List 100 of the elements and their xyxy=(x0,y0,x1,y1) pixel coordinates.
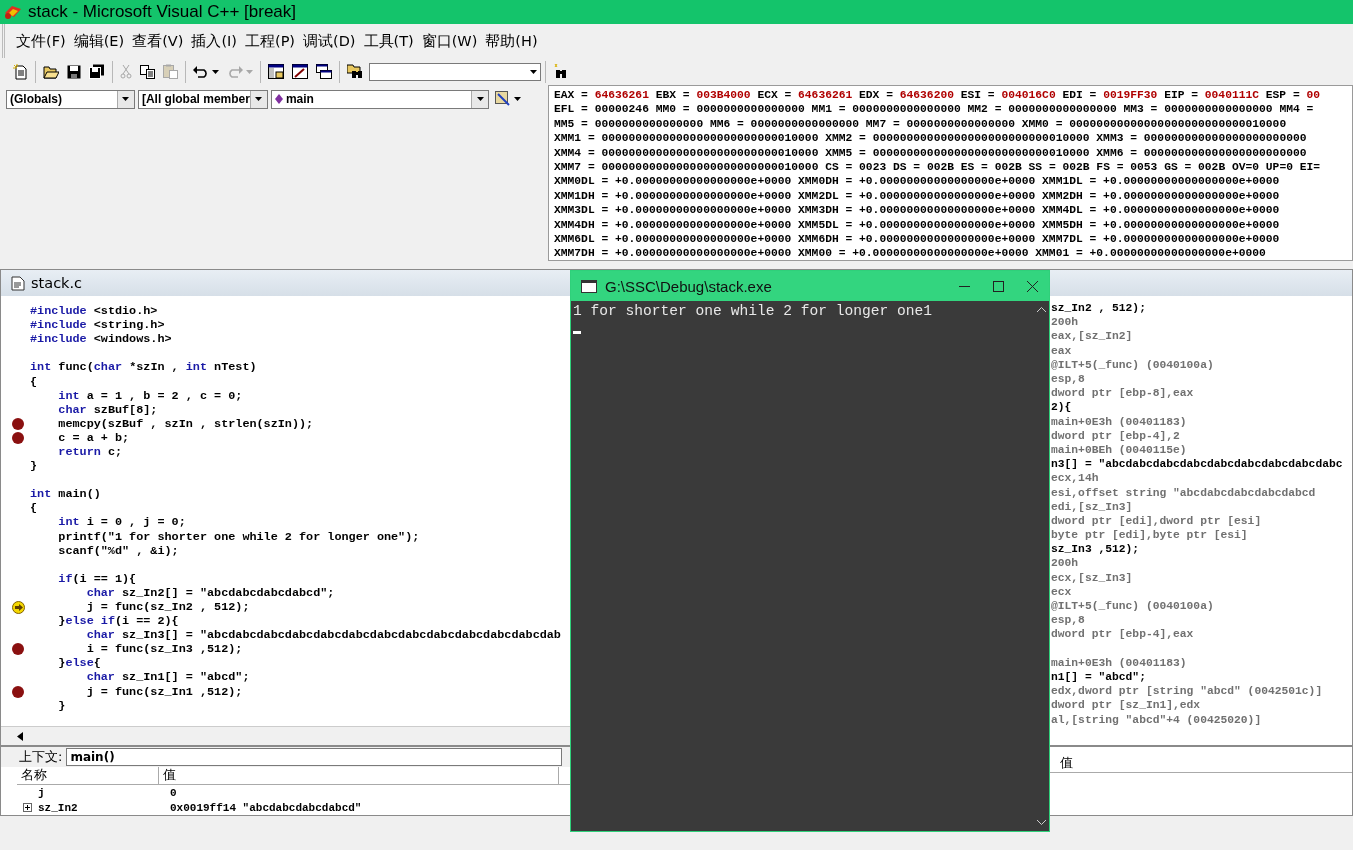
register-name: ESP = xyxy=(1265,89,1301,101)
code-line: char sz_In2[] = "abcdabcdabcdabcd"; xyxy=(85,585,335,600)
console-output: 1 for shorter one while 2 for longer one1 xyxy=(573,303,934,319)
operand-text: @ILT+5(_func) (0040100a) xyxy=(1051,600,1214,613)
menu-item[interactable]: 窗口(W) xyxy=(418,29,481,53)
operand-text: ecx xyxy=(1051,585,1072,598)
breakpoint-icon[interactable] xyxy=(12,417,24,430)
register-name: EIP = xyxy=(1164,89,1200,101)
register-value: +0.00000000000000000e+0000 xyxy=(615,204,792,217)
code-line: c = a + b; xyxy=(57,430,130,445)
window-with-pen-icon xyxy=(292,64,308,79)
source-file-icon xyxy=(11,275,25,291)
register-value: 0000000000000000 xyxy=(1164,103,1273,116)
register-value: 000000000000000000000000 xyxy=(1143,132,1307,145)
operand-text: eax,[sz_In2] xyxy=(1051,330,1133,343)
menu-item[interactable]: 文件(F) xyxy=(13,29,69,53)
operand-text: 200h xyxy=(1051,316,1079,329)
register-value: 00000246 xyxy=(594,103,649,116)
register-value: +0.00000000000000000e+0000 xyxy=(615,175,792,188)
register-value: 0000000000000000 xyxy=(906,117,1015,130)
code-line: j = func(sz_In2 , 512); xyxy=(85,600,250,614)
register-name: FS = xyxy=(1096,160,1125,173)
window-title: G:\SSC\Debug\stack.exe xyxy=(605,277,772,295)
register-value: 0000000000000000 xyxy=(852,103,961,116)
close-icon xyxy=(1026,280,1038,292)
source-line: n3[] = "abcdabcdabcdabcdabcdabcdabcdabcdabc xyxy=(1051,458,1343,471)
code-line: char sz_In1[] = "abcd"; xyxy=(85,670,250,685)
register-name: XMM3 = xyxy=(1096,132,1139,145)
source-line: n1[] = "abcd"; xyxy=(1051,670,1146,683)
column-header[interactable]: 值 xyxy=(1056,755,1073,772)
operand-text: byte ptr [edi],byte ptr [esi] xyxy=(1051,529,1248,542)
register-name: XMM6 = xyxy=(1096,146,1139,159)
context-field[interactable]: main() xyxy=(66,748,563,766)
operand-text: main+0E3h (00401183) xyxy=(1051,415,1187,428)
register-value: +0.00000000000000000e+0000 xyxy=(859,189,1036,202)
register-value: 004016C0 xyxy=(1001,89,1056,101)
source-line: sz_In3 ,512); xyxy=(1051,543,1140,556)
column-header[interactable]: 名称 xyxy=(17,767,159,784)
register-value: 0019FF30 xyxy=(1103,89,1158,101)
diamond-icon xyxy=(274,94,283,104)
code-line: int main() xyxy=(30,487,101,502)
register-name: DS = xyxy=(892,160,922,173)
register-name: XMM00 = xyxy=(798,247,847,260)
operand-text: main+0BEh (0040115e) xyxy=(1051,443,1187,456)
register-value: 002B xyxy=(926,160,954,173)
register-value: 00000000000000000000000000010000 xyxy=(601,146,819,159)
register-name: UP= xyxy=(1265,160,1287,173)
register-name: EBX = xyxy=(655,89,691,101)
console-icon xyxy=(581,279,597,293)
register-value: 64636261 xyxy=(798,89,853,101)
operand-text: esp,8 xyxy=(1051,614,1085,627)
register-name: EDI = xyxy=(1062,89,1098,101)
menu-item[interactable]: 帮助(H) xyxy=(482,29,541,53)
maximize-icon xyxy=(992,280,1004,292)
column-header[interactable]: 值 xyxy=(159,767,559,784)
breakpoint-icon[interactable] xyxy=(12,643,24,656)
search-combo[interactable] xyxy=(369,62,541,81)
scroll-down-icon[interactable] xyxy=(1036,820,1046,825)
operand-text: main+0E3h (00401183) xyxy=(1051,656,1187,669)
register-name: MM4 = xyxy=(1279,103,1314,116)
menu-item[interactable]: 调试(D) xyxy=(300,29,359,53)
caret-icon xyxy=(122,97,130,101)
register-value: +0.00000000000000000e+0000 xyxy=(615,189,792,202)
menu-item[interactable]: 工具(T) xyxy=(360,29,417,53)
register-name: XMM01 = xyxy=(1035,247,1084,260)
breakpoint-icon[interactable] xyxy=(12,685,24,698)
redo-icon xyxy=(227,65,243,78)
scroll-up-icon[interactable] xyxy=(1036,307,1046,312)
register-value: +0.00000000000000000e+0000 xyxy=(859,218,1036,231)
binoculars-icon xyxy=(553,64,568,79)
menu-item[interactable]: 插入(I) xyxy=(188,29,240,53)
minimize-icon xyxy=(958,285,970,287)
scroll-left-icon[interactable] xyxy=(17,731,23,741)
operand-text: @ILT+5(_func) (0040100a) xyxy=(1051,358,1214,371)
members-dropdown[interactable]: [All global member xyxy=(137,89,268,109)
register-name: MM0 = xyxy=(655,103,691,116)
register-value: +0.00000000000000000e+0000 xyxy=(615,218,792,231)
menu-item[interactable]: 查看(V) xyxy=(129,29,187,53)
register-value: 0040111C xyxy=(1204,89,1260,101)
code-line: } xyxy=(30,459,38,474)
expand-icon[interactable] xyxy=(23,803,32,812)
register-name: XMM5 = xyxy=(825,146,867,159)
register-value: +0.00000000000000000e+0000 xyxy=(859,204,1036,217)
caret-icon xyxy=(476,97,484,101)
menu-item[interactable]: 工程(P) xyxy=(241,29,299,53)
register-name: XMM1DL = xyxy=(1042,175,1098,188)
register-name: XMM3DL = xyxy=(554,204,610,217)
register-value: 00000000000000000000000000010000 xyxy=(872,146,1090,159)
breakpoint-icon[interactable] xyxy=(12,431,24,444)
variable-name: sz_In2 xyxy=(38,801,78,814)
code-line: { xyxy=(30,374,38,389)
context-label: 上下文: xyxy=(19,748,63,766)
register-value: +0.00000000000000000e+0000 xyxy=(1103,232,1280,245)
code-line: int i = 0 , j = 0; xyxy=(57,515,186,530)
function-dropdown[interactable]: main xyxy=(270,89,489,109)
register-value: 0 xyxy=(1286,160,1293,173)
code-line: #include <windows.h> xyxy=(30,332,172,347)
menu-item[interactable]: 编辑(E) xyxy=(70,29,128,53)
scope-dropdown[interactable]: (Globals) xyxy=(6,89,135,109)
register-name: XMM7 = xyxy=(554,160,596,173)
